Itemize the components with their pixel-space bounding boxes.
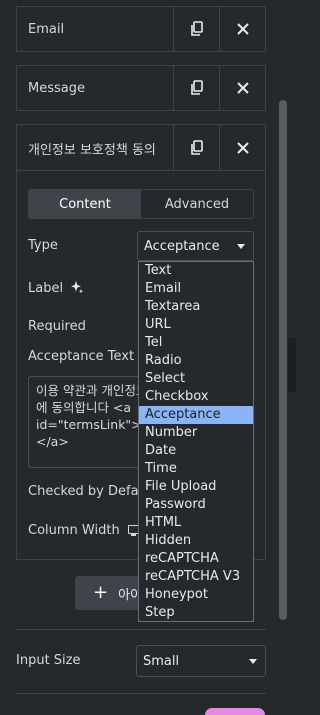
type-dropdown-list: Text Email Textarea URL Tel Radio Select Checkb…: [138, 261, 254, 622]
duplicate-button[interactable]: [173, 125, 219, 171]
required-label: Required: [28, 319, 86, 334]
dropdown-option[interactable]: Step: [139, 604, 253, 622]
add-item-button[interactable]: + 아이템 추가: [75, 576, 139, 610]
dropdown-option[interactable]: Honeypot: [139, 586, 253, 604]
dropdown-option[interactable]: reCAPTCHA: [139, 550, 253, 568]
dropdown-option[interactable]: HTML: [139, 514, 253, 532]
copy-icon: [190, 21, 203, 36]
scrollbar-thumb[interactable]: [279, 100, 287, 620]
remove-button[interactable]: [219, 66, 265, 110]
toggle-switch[interactable]: [205, 708, 265, 715]
label-label-text: Label: [28, 281, 64, 296]
dropdown-option[interactable]: Tel: [139, 334, 253, 352]
plus-icon: +: [93, 582, 109, 603]
dropdown-option[interactable]: Select: [139, 370, 253, 388]
dropdown-option[interactable]: Checkbox: [139, 388, 253, 406]
dropdown-option[interactable]: Hidden: [139, 532, 253, 550]
repeater-row-title[interactable]: 개인정보 보호정책 동의: [17, 139, 173, 158]
duplicate-button[interactable]: [173, 66, 219, 110]
dropdown-option[interactable]: Radio: [139, 352, 253, 370]
checked-by-default-label: Checked by Default: [28, 484, 156, 499]
ai-sparkle-icon[interactable]: [70, 280, 84, 294]
dropdown-option[interactable]: Password: [139, 496, 253, 514]
repeater-row-email[interactable]: Email: [16, 6, 266, 52]
dropdown-option[interactable]: reCAPTCHA V3: [139, 568, 253, 586]
input-size-label: Input Size: [16, 653, 81, 668]
dropdown-option[interactable]: Text: [139, 262, 253, 280]
tab-advanced[interactable]: Advanced: [141, 190, 253, 218]
label-label: Label: [28, 280, 84, 296]
caret-down-icon: [249, 659, 257, 664]
type-select[interactable]: Acceptance: [137, 231, 254, 261]
divider: [16, 693, 266, 694]
remove-button[interactable]: [219, 7, 265, 51]
type-select-value: Acceptance: [144, 238, 220, 254]
dropdown-option[interactable]: Date: [139, 442, 253, 460]
remove-button[interactable]: [219, 125, 265, 171]
repeater-row-privacy[interactable]: 개인정보 보호정책 동의: [16, 124, 266, 171]
repeater-row-message[interactable]: Message: [16, 65, 266, 111]
acceptance-text-label: Acceptance Text: [28, 349, 135, 364]
close-icon: [236, 82, 249, 94]
dropdown-option[interactable]: File Upload: [139, 478, 253, 496]
close-icon: [236, 142, 249, 154]
dropdown-option[interactable]: URL: [139, 316, 253, 334]
dropdown-option[interactable]: Acceptance: [139, 406, 253, 424]
type-label: Type: [28, 238, 58, 253]
copy-icon: [190, 80, 203, 95]
repeater-row-title[interactable]: Email: [17, 22, 173, 37]
input-size-value: Small: [143, 653, 180, 669]
copy-icon: [190, 140, 203, 155]
duplicate-button[interactable]: [173, 7, 219, 51]
dropdown-option[interactable]: Number: [139, 424, 253, 442]
column-width-label: Column Width: [28, 523, 120, 538]
tab-content[interactable]: Content: [29, 190, 141, 218]
dropdown-option[interactable]: Email: [139, 280, 253, 298]
add-item-label: 아이템 추가: [118, 587, 139, 603]
dropdown-option[interactable]: Time: [139, 460, 253, 478]
dropdown-option[interactable]: Textarea: [139, 298, 253, 316]
divider: [16, 629, 266, 630]
caret-down-icon: [237, 244, 245, 249]
input-size-select[interactable]: Small: [136, 645, 266, 677]
form-fields-panel: Email Message 개인정보 보호정책 동의 Content Advan…: [0, 0, 296, 715]
editor-tabs: Content Advanced: [28, 189, 254, 219]
close-icon: [236, 23, 249, 35]
panel-collapse-handle[interactable]: [288, 338, 296, 392]
repeater-row-title[interactable]: Message: [17, 81, 173, 96]
